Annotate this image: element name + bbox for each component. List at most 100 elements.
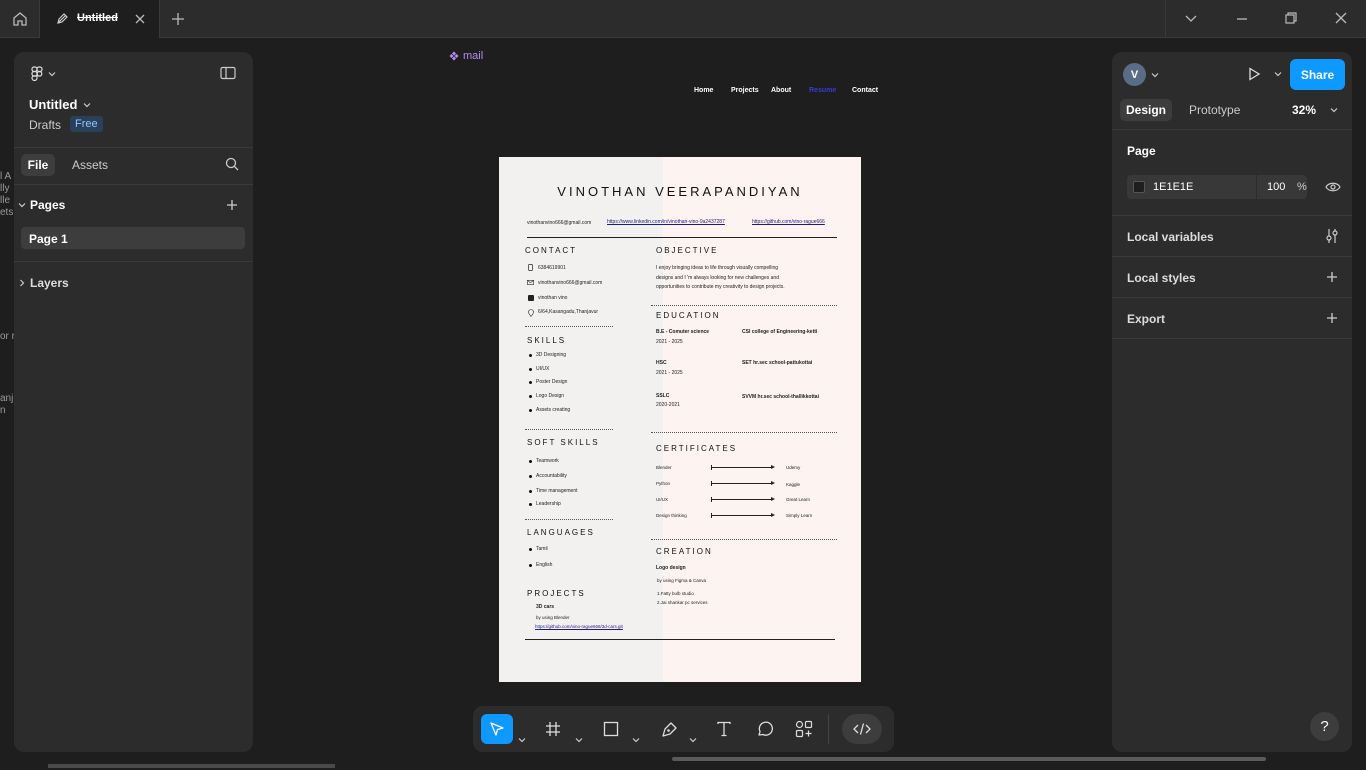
education-degree: B.E - Comuter science — [656, 329, 710, 335]
search-icon[interactable] — [225, 157, 239, 171]
objective-line: opportunities to contribute my creativit… — [656, 284, 785, 290]
project-subtitle: by using Blender — [536, 615, 570, 620]
layers-section-header[interactable]: Layers — [18, 276, 69, 290]
cursor-icon — [490, 722, 504, 736]
horizontal-scrollbar[interactable] — [672, 757, 1266, 761]
zoom-control[interactable]: 32% — [1292, 103, 1338, 117]
frame-label[interactable]: mail — [449, 50, 483, 62]
tab-assets[interactable]: Assets — [72, 158, 108, 172]
page-background-field[interactable]: 1E1E1E 100 % — [1127, 175, 1307, 199]
skill-bullet — [529, 395, 532, 398]
chevron-down-icon[interactable] — [518, 725, 526, 755]
chevron-down-icon[interactable] — [632, 725, 640, 755]
skills-heading: SKILLS — [527, 336, 567, 345]
language-item: English — [536, 562, 553, 568]
add-export-icon[interactable] — [1326, 312, 1338, 324]
home-button[interactable] — [0, 0, 40, 38]
file-name-text: Untitled — [29, 97, 78, 112]
new-tab-icon[interactable] — [170, 11, 186, 27]
arrow-tail — [711, 497, 712, 502]
file-name[interactable]: Untitled — [29, 97, 91, 112]
chevron-down-icon[interactable] — [575, 725, 583, 755]
nav-contact[interactable]: Contact — [852, 87, 878, 94]
panel-divider — [1112, 297, 1352, 298]
close-window-icon[interactable] — [1334, 11, 1348, 25]
education-years: 2020-2021 — [656, 402, 680, 408]
file-tab-title: Untitled — [77, 12, 118, 24]
section-divider — [525, 326, 613, 327]
soft-skill-bullet — [529, 490, 532, 493]
share-button-label: Share — [1300, 67, 1335, 82]
actions-tool[interactable] — [790, 714, 818, 744]
dev-mode-toggle[interactable] — [842, 714, 882, 744]
play-icon[interactable] — [1247, 67, 1261, 81]
pages-section-header[interactable]: Pages — [18, 198, 65, 212]
chevron-down-icon[interactable] — [1274, 70, 1282, 78]
rectangle-tool[interactable] — [597, 714, 625, 744]
tab-prototype[interactable]: Prototype — [1189, 103, 1240, 117]
plan-badge[interactable]: Free — [70, 116, 103, 132]
tab-design[interactable]: Design — [1120, 99, 1172, 121]
main-menu-button[interactable] — [30, 66, 56, 82]
field-divider — [1256, 175, 1257, 199]
nav-projects[interactable]: Projects — [731, 87, 759, 94]
education-heading: EDUCATION — [656, 311, 721, 320]
toggle-sidebar-icon[interactable] — [220, 66, 236, 80]
local-styles-label[interactable]: Local styles — [1127, 271, 1196, 285]
variables-settings-icon[interactable] — [1325, 228, 1339, 244]
section-divider — [525, 429, 613, 430]
pen-tool[interactable] — [655, 714, 683, 744]
frame-tool[interactable] — [539, 714, 567, 744]
comment-tool[interactable] — [750, 714, 778, 744]
add-page-icon[interactable] — [226, 199, 238, 211]
objective-line: designs and I 'm always looking for new … — [656, 275, 779, 281]
close-tab-icon[interactable] — [134, 13, 146, 25]
footer-rule — [525, 639, 835, 640]
chevron-down-icon[interactable] — [689, 725, 697, 755]
local-variables-label[interactable]: Local variables — [1127, 230, 1214, 244]
tab-file-label: File — [27, 158, 49, 172]
add-style-icon[interactable] — [1326, 271, 1338, 283]
page-item-page-1[interactable]: Page 1 — [21, 227, 245, 249]
restore-icon[interactable] — [1284, 11, 1298, 25]
section-divider — [651, 432, 837, 433]
move-tool[interactable] — [481, 714, 513, 744]
text-tool[interactable] — [710, 714, 738, 744]
skill-item: Logo Design — [536, 393, 565, 399]
objective-line: I enjoy bringing ideas to life through v… — [656, 265, 779, 271]
avatar: V — [1123, 63, 1146, 86]
education-years: 2021 - 2025 — [656, 339, 683, 345]
project-title: 3D cars — [536, 604, 555, 610]
user-menu[interactable]: V — [1123, 63, 1159, 86]
eye-icon[interactable] — [1325, 181, 1341, 193]
tab-file[interactable]: File — [21, 154, 55, 176]
share-button[interactable]: Share — [1290, 59, 1345, 90]
help-button[interactable]: ? — [1310, 712, 1339, 741]
title-bar: Untitled — [0, 0, 1366, 38]
frame-label-text: mail — [463, 50, 484, 62]
skill-bullet — [529, 381, 532, 384]
canvas-offscreen-text: l A — [0, 171, 12, 182]
panel-divider — [14, 184, 253, 185]
soft-skill-bullet — [529, 503, 532, 506]
nav-home[interactable]: Home — [694, 87, 713, 94]
nav-about[interactable]: About — [771, 87, 791, 94]
section-divider — [525, 519, 613, 520]
file-location[interactable]: Drafts — [29, 118, 61, 132]
creation-subtitle: by using Figma & Canva — [657, 578, 707, 583]
bottom-toolbar — [473, 706, 894, 752]
certificate-arrow — [711, 465, 775, 470]
chevron-down-icon[interactable] — [1184, 11, 1198, 25]
color-swatch[interactable] — [1133, 181, 1145, 193]
certificate-issuer: Udemy — [786, 465, 801, 470]
resume-document[interactable]: VINOTHAN VEERAPANDIYAN vinothanvino666@g… — [499, 157, 861, 682]
minimize-icon[interactable] — [1235, 11, 1249, 25]
arrow-head — [771, 465, 775, 469]
avatar-letter: V — [1130, 68, 1139, 81]
right-sidebar: V Share Design Prototype 32% Page 1E1E1E… — [1112, 52, 1352, 752]
nav-resume[interactable]: Resume — [809, 87, 836, 94]
export-label[interactable]: Export — [1127, 312, 1165, 326]
file-tab[interactable]: Untitled — [40, 0, 160, 38]
horizontal-scrollbar-track[interactable] — [48, 764, 335, 768]
arrow-tail — [711, 465, 712, 470]
